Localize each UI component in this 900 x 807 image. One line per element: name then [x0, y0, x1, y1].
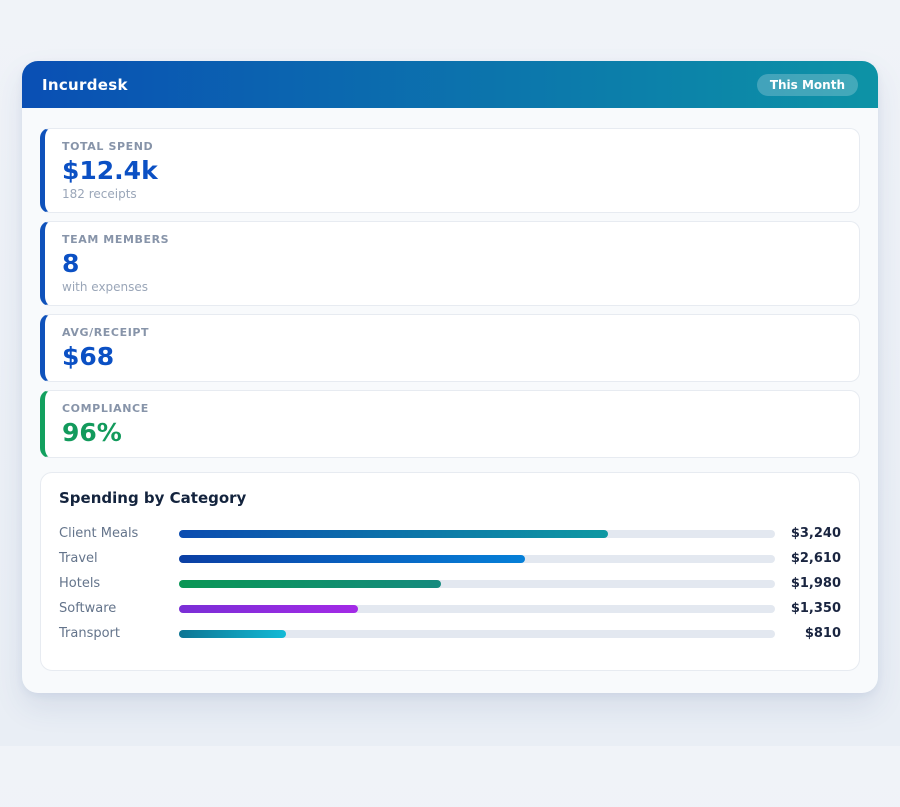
bar-track — [179, 604, 775, 613]
stats-section: TOTAL SPEND $12.4k 182 receipts TEAM MEM… — [40, 128, 860, 458]
main-content: TOTAL SPEND $12.4k 182 receipts TEAM MEM… — [22, 108, 878, 693]
chart-rows: Client Meals $3,240 Travel $2,610 Hotels… — [59, 521, 841, 646]
stat-card: TEAM MEMBERS 8 with expenses — [40, 221, 860, 306]
period-badge-button[interactable]: This Month — [756, 73, 858, 96]
bar-track — [179, 529, 775, 538]
app-container: Incurdesk This Month TOTAL SPEND $12.4k … — [22, 61, 878, 693]
chart-row: Travel $2,610 — [59, 546, 841, 571]
category-value: $1,980 — [790, 576, 841, 591]
category-label: Travel — [59, 551, 98, 566]
category-label: Client Meals — [59, 526, 139, 541]
category-value: $3,240 — [790, 526, 841, 541]
category-value: $2,610 — [790, 551, 841, 566]
bar-track — [179, 629, 775, 638]
category-value: $810 — [804, 626, 841, 641]
stat-label: TEAM MEMBERS — [62, 233, 170, 246]
stat-card: AVG/RECEIPT $68 — [40, 314, 860, 382]
stat-sub: 182 receipts — [62, 187, 137, 201]
app-header: Incurdesk This Month — [22, 61, 878, 108]
chart-row: Transport $810 — [59, 621, 841, 646]
bar-fill — [179, 579, 442, 588]
stat-value: $68 — [62, 342, 115, 371]
category-label: Hotels — [59, 576, 101, 591]
stat-label: COMPLIANCE — [62, 402, 149, 415]
bar-fill — [179, 554, 525, 563]
bar-track — [179, 554, 775, 563]
bar-fill — [179, 529, 609, 538]
chart-row: Client Meals $3,240 — [59, 521, 841, 546]
category-label: Transport — [59, 626, 121, 641]
chart-title: Spending by Category — [59, 489, 247, 507]
stat-label: TOTAL SPEND — [62, 140, 154, 153]
chart-row: Hotels $1,980 — [59, 571, 841, 596]
bar-fill — [179, 604, 358, 613]
bar-fill — [179, 629, 287, 638]
category-value: $1,350 — [790, 601, 841, 616]
stat-label: AVG/RECEIPT — [62, 326, 150, 339]
stat-sub: with expenses — [62, 280, 149, 294]
stat-value: $12.4k — [62, 156, 158, 185]
chart-row: Software $1,350 — [59, 596, 841, 621]
app-title: Incurdesk — [42, 75, 128, 94]
stat-card: COMPLIANCE 96% — [40, 390, 860, 458]
stat-value: 96% — [62, 418, 122, 447]
spending-chart-card: Spending by Category Client Meals $3,240… — [40, 472, 860, 671]
category-label: Software — [59, 601, 117, 616]
stat-value: 8 — [62, 249, 80, 278]
bar-track — [179, 579, 775, 588]
stat-card: TOTAL SPEND $12.4k 182 receipts — [40, 128, 860, 213]
